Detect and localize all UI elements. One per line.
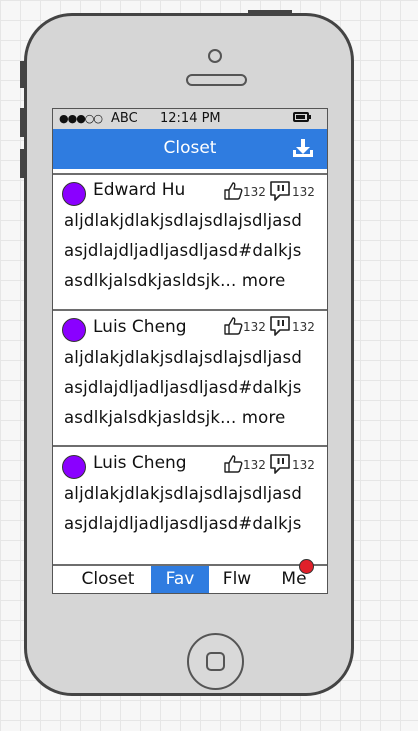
tab-bar: Closet Fav Flw Me <box>53 564 327 593</box>
comment-count: 132 <box>292 320 315 334</box>
post-text-line: asjdlajdljadljasdljasd#dalkjs <box>64 241 302 260</box>
comment-icon[interactable] <box>269 315 291 337</box>
tab-closet[interactable]: Closet <box>65 566 151 593</box>
status-time: 12:14 PM <box>160 111 221 126</box>
author-name[interactable]: Luis Cheng <box>93 453 187 473</box>
battery-icon <box>293 112 309 122</box>
author-avatar[interactable] <box>62 182 86 206</box>
post-text-line: asdlkjalsdkjasldsjk... more <box>64 408 285 427</box>
author-avatar[interactable] <box>62 455 86 479</box>
author-name[interactable]: Luis Cheng <box>93 317 187 337</box>
thumbs-up-icon[interactable] <box>223 454 243 474</box>
comment-count: 132 <box>292 185 315 199</box>
comment-icon[interactable] <box>269 180 291 202</box>
carrier-name: ABC <box>111 111 138 126</box>
download-icon[interactable] <box>291 137 315 161</box>
thumbs-up-icon[interactable] <box>223 181 243 201</box>
mute-switch[interactable] <box>20 61 26 88</box>
front-camera <box>208 49 222 63</box>
page-title: Closet <box>163 138 217 158</box>
app-screen: ●●●○○ ABC 12:14 PM Closet Edward Hu 132 <box>52 108 328 594</box>
post-card[interactable]: Luis Cheng 132 132 aljdlakjdlakjsdlajsdl… <box>53 309 327 445</box>
more-link[interactable]: more <box>242 408 286 427</box>
like-count: 132 <box>243 320 266 334</box>
status-bar: ●●●○○ ABC 12:14 PM <box>53 109 327 130</box>
like-count: 132 <box>243 185 266 199</box>
home-button[interactable] <box>187 633 244 690</box>
thumbs-up-icon[interactable] <box>223 316 243 336</box>
tab-flw[interactable]: Flw <box>209 566 265 593</box>
post-text-line: asjdlajdljadljasdljasd#dalkjs <box>64 514 302 533</box>
header-bar: Closet <box>53 129 327 169</box>
volume-down-button[interactable] <box>20 149 26 178</box>
author-name[interactable]: Edward Hu <box>93 180 185 200</box>
comment-count: 132 <box>292 458 315 472</box>
post-card[interactable]: Edward Hu 132 132 aljdlakjdlakjsdlajsdla… <box>53 173 327 309</box>
comment-icon[interactable] <box>269 453 291 475</box>
post-text-line: asjdlajdljadljasdljasd#dalkjs <box>64 378 302 397</box>
post-text-line: aljdlakjdlakjsdlajsdlajsdljasd <box>64 211 303 230</box>
volume-up-button[interactable] <box>20 108 26 137</box>
post-text-line: aljdlakjdlakjsdlajsdlajsdljasd <box>64 348 303 367</box>
battery-tip <box>309 115 311 119</box>
post-text-line: aljdlakjdlakjsdlajsdlajsdljasd <box>64 484 303 503</box>
home-button-icon <box>206 652 225 671</box>
earpiece-speaker <box>186 74 247 86</box>
like-count: 132 <box>243 458 266 472</box>
signal-strength: ●●●○○ <box>59 112 103 125</box>
power-button[interactable] <box>248 10 292 16</box>
more-link[interactable]: more <box>242 271 286 290</box>
tab-me[interactable]: Me <box>265 566 323 593</box>
post-text-truncated: asdlkjalsdkjasldsjk... <box>64 408 237 427</box>
tab-fav[interactable]: Fav <box>151 566 209 593</box>
notification-badge <box>299 559 314 574</box>
post-text-line: asdlkjalsdkjasldsjk... more <box>64 271 285 290</box>
post-card[interactable]: Luis Cheng 132 132 aljdlakjdlakjsdlajsdl… <box>53 445 327 564</box>
post-feed[interactable]: Edward Hu 132 132 aljdlakjdlakjsdlajsdla… <box>53 169 327 564</box>
post-text-truncated: asdlkjalsdkjasldsjk... <box>64 271 237 290</box>
author-avatar[interactable] <box>62 318 86 342</box>
